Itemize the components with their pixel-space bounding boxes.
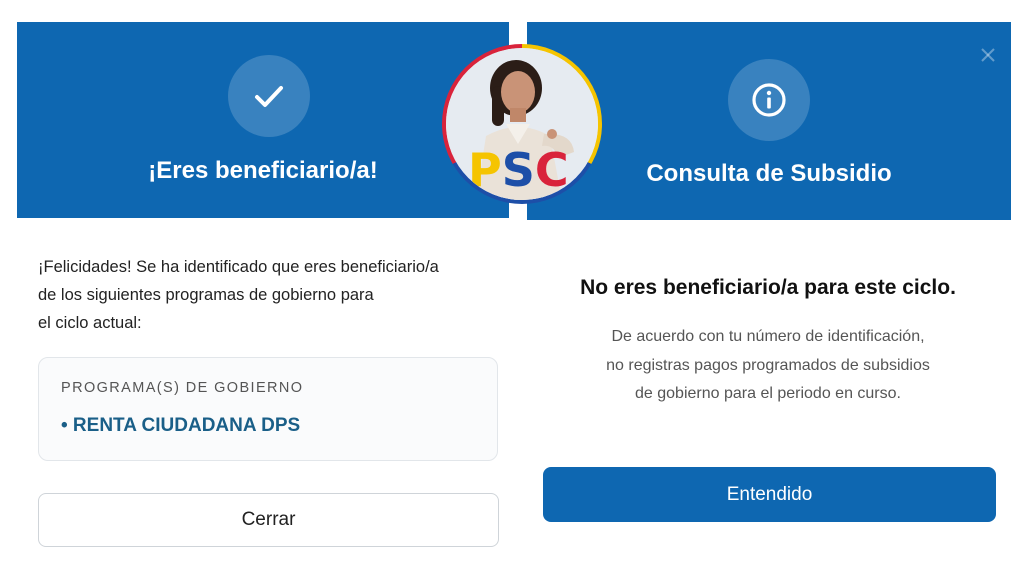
dialog-header: ¡Eres beneficiario/a! [17, 22, 509, 218]
check-icon [228, 55, 310, 137]
close-button[interactable]: Cerrar [38, 493, 499, 547]
message-title: No eres beneficiario/a para este ciclo. [580, 276, 956, 299]
intro-line: ¡Felicidades! Se ha identificado que ere… [38, 258, 439, 276]
program-card-label: PROGRAMA(S) DE GOBIERNO [61, 380, 304, 396]
message-line: no registras pagos programados de subsid… [606, 356, 930, 374]
intro-text: ¡Felicidades! Se ha identificado que ere… [38, 253, 508, 337]
dialog-title: ¡Eres beneficiario/a! [148, 157, 378, 184]
program-card: PROGRAMA(S) DE GOBIERNO • RENTA CIUDADAN… [38, 357, 498, 461]
psc-logo-letter: S [502, 143, 535, 197]
avatar-photo: PSC [446, 48, 598, 200]
avatar: PSC [442, 44, 602, 204]
message-line: De acuerdo con tu número de identificaci… [611, 328, 925, 345]
dialog-title: Consulta de Subsidio [646, 160, 892, 187]
message-line: de gobierno para el periodo en curso. [635, 385, 901, 402]
program-item: • RENTA CIUDADANA DPS [61, 415, 301, 436]
psc-logo-letter: C [535, 143, 569, 197]
info-icon [728, 59, 810, 141]
message-body: De acuerdo con tu número de identificaci… [512, 323, 1024, 409]
beneficiary-dialog: ¡Eres beneficiario/a! ¡Felicidades! Se h… [0, 0, 512, 569]
intro-line: el ciclo actual: [38, 314, 142, 332]
confirm-button[interactable]: Entendido [543, 467, 996, 522]
close-icon[interactable] [977, 44, 999, 66]
psc-logo-letter: PSC [468, 143, 569, 197]
intro-line: de los siguientes programas de gobierno … [38, 286, 374, 304]
